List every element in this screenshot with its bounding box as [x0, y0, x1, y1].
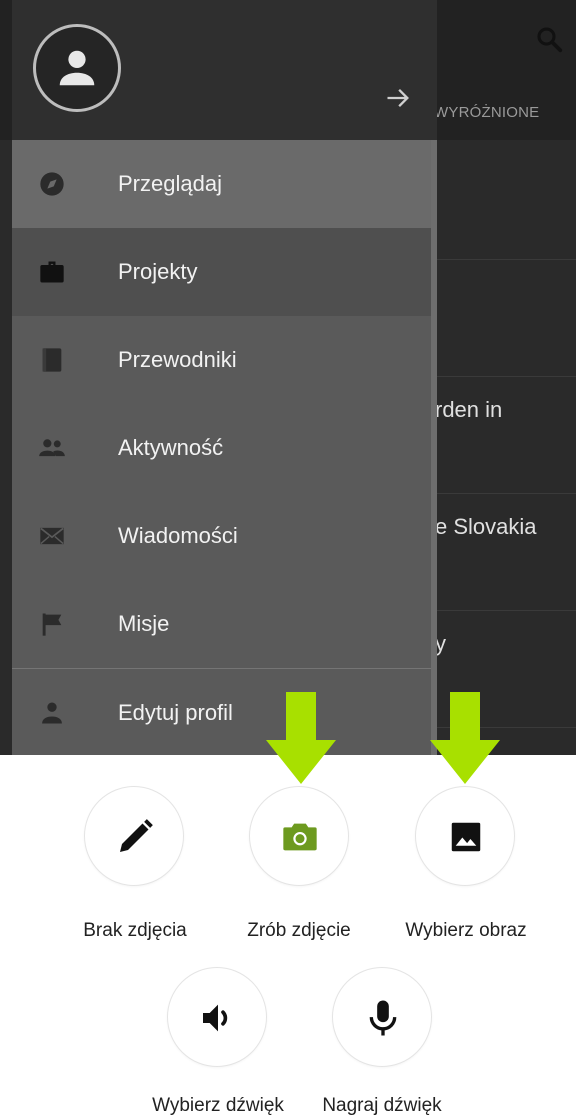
list-item[interactable] — [437, 260, 576, 377]
menu-item-activity[interactable]: Aktywność — [12, 404, 431, 492]
menu-item-messages[interactable]: Wiadomości — [12, 492, 431, 580]
menu-item-edit-profile[interactable]: Edytuj profil — [12, 669, 431, 755]
take-photo-label: Zrób zdjęcie — [247, 920, 351, 941]
microphone-icon — [369, 1000, 397, 1036]
person-icon — [59, 50, 95, 86]
navigation-drawer: Przeglądaj Projekty Przewodniki Aktywnoś… — [12, 0, 437, 755]
people-icon — [39, 439, 65, 457]
record-sound-label: Nagraj dźwięk — [322, 1095, 442, 1116]
book-icon — [42, 348, 62, 372]
pencil-icon — [120, 819, 153, 852]
menu-label: Aktywność — [118, 435, 224, 460]
camera-icon — [283, 823, 317, 851]
image-icon — [451, 822, 481, 852]
list-item[interactable]: e Slovakia — [437, 494, 576, 611]
person-icon — [42, 702, 62, 724]
arrow-right-icon[interactable] — [384, 84, 412, 112]
menu-label: Projekty — [118, 259, 198, 284]
briefcase-icon — [40, 261, 64, 283]
drawer-header — [12, 0, 437, 140]
list-item[interactable] — [437, 143, 576, 260]
no-photo-button[interactable] — [84, 786, 184, 886]
compass-icon — [40, 172, 64, 196]
list-item[interactable]: rden in — [437, 377, 576, 494]
scrollbar[interactable] — [431, 140, 437, 755]
menu-label: Przewodniki — [118, 347, 237, 372]
menu-label: Edytuj profil — [118, 700, 233, 725]
menu-item-missions[interactable]: Misje — [12, 580, 431, 668]
avatar[interactable] — [33, 24, 121, 112]
no-photo-label: Brak zdjęcia — [83, 920, 187, 941]
choose-image-label: Wybierz obraz — [405, 920, 527, 941]
choose-sound-button[interactable] — [167, 967, 267, 1067]
menu-label: Wiadomości — [118, 523, 238, 548]
menu-label: Misje — [118, 611, 170, 636]
record-sound-button[interactable] — [332, 967, 432, 1067]
down-arrow-indicator-icon — [430, 692, 500, 784]
menu-item-guides[interactable]: Przewodniki — [12, 316, 431, 404]
down-arrow-indicator-icon — [266, 692, 336, 784]
flag-icon — [42, 613, 62, 636]
search-icon[interactable] — [534, 24, 564, 54]
take-photo-button[interactable] — [249, 786, 349, 886]
menu-item-browse[interactable]: Przeglądaj — [12, 140, 431, 228]
tab-featured[interactable]: WYRÓŻNIONE — [434, 104, 539, 121]
menu-label: Przeglądaj — [118, 171, 222, 196]
menu-item-projects[interactable]: Projekty — [12, 228, 431, 316]
envelope-icon — [40, 527, 64, 545]
choose-image-button[interactable] — [415, 786, 515, 886]
speaker-icon — [203, 1004, 228, 1032]
